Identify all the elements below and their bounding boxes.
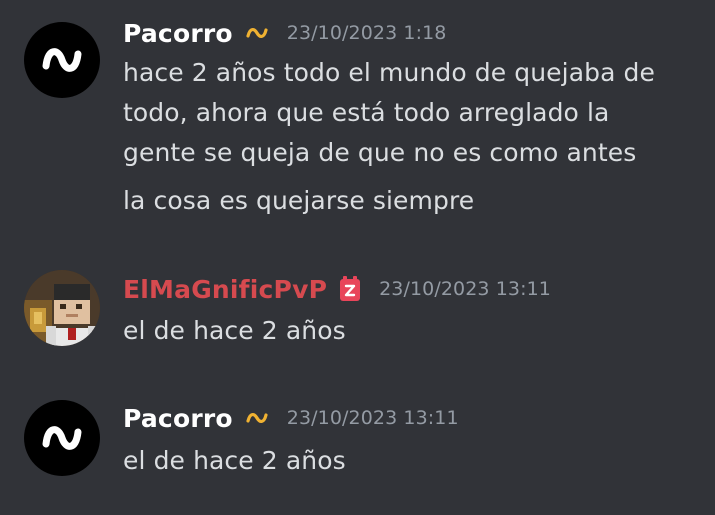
- message-line: el de hace 2 años: [123, 446, 346, 475]
- wave-icon[interactable]: [245, 410, 269, 426]
- username[interactable]: Pacorro: [123, 19, 233, 48]
- message-line: la cosa es quejarse siempre: [123, 186, 475, 215]
- message-line: gente se queja de que no es como antes: [123, 138, 637, 167]
- timestamp[interactable]: 23/10/2023 13:11: [287, 407, 459, 429]
- user-avatar[interactable]: [24, 400, 100, 476]
- user-avatar[interactable]: [24, 22, 100, 98]
- wave-icon[interactable]: [245, 25, 269, 41]
- user-avatar[interactable]: [24, 270, 100, 346]
- message-header: Pacorro 23/10/2023 1:18: [123, 16, 446, 50]
- message-header: ElMaGnificPvP 23/10/2023 13:11: [123, 272, 551, 306]
- message-line: hace 2 años todo el mundo de quejaba de: [123, 58, 656, 87]
- timestamp[interactable]: 23/10/2023 1:18: [287, 22, 447, 44]
- wave-avatar-icon: [42, 426, 82, 450]
- role-badge-icon[interactable]: [339, 276, 361, 302]
- message-header: Pacorro 23/10/2023 13:11: [123, 401, 459, 435]
- message-line: todo, ahora que está todo arreglado la: [123, 98, 610, 127]
- wave-avatar-icon: [42, 48, 82, 72]
- message-line: el de hace 2 años: [123, 316, 346, 345]
- minecraft-skin-avatar-icon: [24, 270, 100, 346]
- timestamp[interactable]: 23/10/2023 13:11: [379, 278, 551, 300]
- username[interactable]: ElMaGnificPvP: [123, 275, 327, 304]
- username[interactable]: Pacorro: [123, 404, 233, 433]
